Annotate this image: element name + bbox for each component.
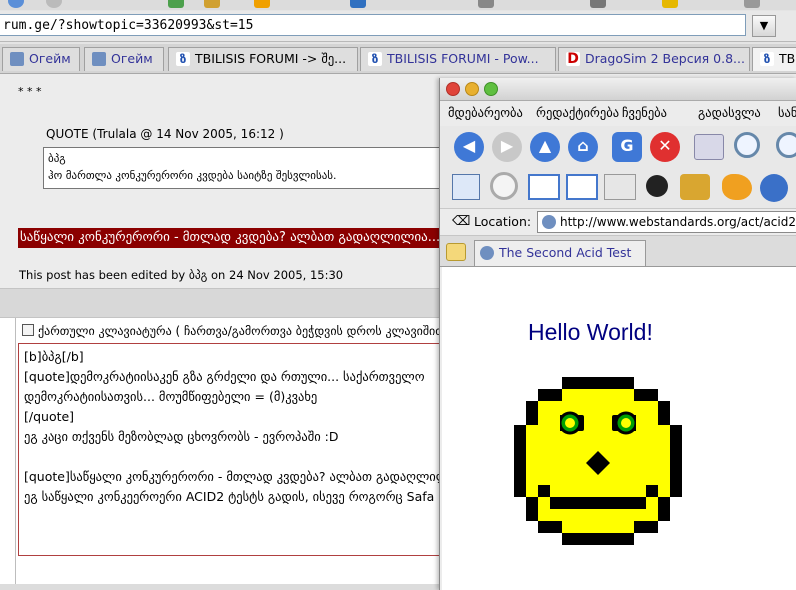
location-url: http://www.webstandards.org/act/acid2/t: [560, 215, 796, 229]
navigation-toolbar: ◀ ▶ ▲ ⌂ G ✕: [440, 126, 796, 168]
menu-icon[interactable]: [744, 0, 760, 8]
tab-ogame-1[interactable]: Огейм: [2, 47, 80, 71]
location-input[interactable]: http://www.webstandards.org/act/acid2/t: [537, 211, 796, 233]
globe-icon: [10, 52, 24, 66]
location-label: Location:: [474, 214, 532, 229]
bookmark-icon[interactable]: [204, 0, 220, 8]
wrench-icon[interactable]: [680, 174, 710, 200]
quote-line: ჰო მართლა კონკურერორი კვდება საიტზე შესვ…: [48, 169, 337, 182]
split-vertical-icon[interactable]: [566, 174, 598, 200]
browser-window: მდებარეობა რედაქტირება ჩვენება გადასვლა …: [439, 78, 796, 590]
keyboard-toggle-label: ქართული კლავიატურა ( ჩართვა/გამორთვა ბეჭ…: [38, 324, 450, 338]
quote-header: QUOTE (Trulala @ 14 Nov 2005, 16:12 ): [46, 127, 284, 141]
print-icon[interactable]: [694, 134, 724, 160]
acid2-smiley-face: [514, 377, 682, 545]
text-line: ეგ საწყალი კონკეეროერი ACID2 ტესტს გადის…: [24, 489, 435, 504]
globe-icon: [92, 52, 106, 66]
text-line: [quote]დემოკრატიისაკენ გზა გრძელი და რთუ…: [24, 369, 425, 384]
menu-view[interactable]: ჩვენება: [622, 105, 667, 120]
minimize-window-icon[interactable]: [465, 82, 479, 96]
d-logo-icon: D: [566, 51, 580, 67]
text-line: [b]ბპგ[/b]: [24, 349, 84, 364]
find-icon[interactable]: [734, 132, 760, 158]
menu-edit[interactable]: რედაქტირება: [536, 105, 619, 120]
tool-icon[interactable]: [478, 0, 494, 8]
tab-label: TBILISIS FORUMI - Pow...: [387, 51, 539, 66]
tab-label: DragoSim 2 Версия 0.8...: [585, 51, 745, 66]
tab-acid-test[interactable]: The Second Acid Test: [474, 240, 646, 266]
highlighted-text: საწყალი კონკურერორი - მთლად კვდება? ალბა…: [18, 228, 460, 248]
blank-window-icon[interactable]: [604, 174, 636, 200]
url-input[interactable]: rum.ge/?showtopic=33620993&st=15: [0, 14, 746, 36]
tab-strip: The Second Acid Test: [440, 236, 796, 267]
split-horizontal-icon[interactable]: [528, 174, 560, 200]
window-layout-icon[interactable]: [452, 174, 480, 200]
tab-label: Огейм: [29, 51, 71, 66]
tab-tbilisis-forumi-3[interactable]: ზ TB: [752, 47, 796, 71]
keyboard-toggle[interactable]: ქართული კლავიატურა ( ჩართვა/გამორთვა ბეჭ…: [20, 322, 450, 342]
text-line: დემოკრატიისათვის... მოუმწიფებელი = (მ)კვ…: [24, 389, 318, 404]
location-bar: ⌫ Location: http://www.webstandards.org/…: [440, 209, 796, 236]
url-dropdown-button[interactable]: ▼: [752, 15, 776, 37]
quote-line: ბპგ: [48, 152, 66, 165]
tab-ogame-2[interactable]: Огейм: [84, 47, 164, 71]
menu-go[interactable]: გადასვლა: [698, 105, 761, 120]
text-line: [24, 447, 442, 467]
tab-label: The Second Acid Test: [499, 245, 632, 260]
title-bar[interactable]: [440, 78, 796, 101]
fish-icon[interactable]: [722, 174, 752, 200]
stop-icon[interactable]: ✕: [650, 132, 680, 162]
menu-bar: მდებარეობა რედაქტირება ჩვენება გადასვლა …: [440, 101, 796, 125]
close-window-icon[interactable]: [446, 82, 460, 96]
reload-icon[interactable]: G: [612, 132, 642, 162]
zoom-window-icon[interactable]: [484, 82, 498, 96]
forum-icon: ზ: [176, 52, 190, 66]
reply-textarea[interactable]: [b]ბპგ[/b] [quote]დემოკრატიისაკენ გზა გრ…: [18, 343, 448, 556]
forward-icon[interactable]: [46, 0, 62, 8]
window-icon[interactable]: [590, 0, 606, 8]
down-arrow-icon: ▼: [759, 19, 769, 32]
zoom-icon[interactable]: [776, 132, 796, 158]
tools-toolbar: [440, 168, 796, 209]
globe-icon[interactable]: [760, 174, 788, 202]
forum-icon: ზ: [368, 52, 382, 66]
tab-tbilisis-forumi-2[interactable]: ზ TBILISIS FORUMI - Pow...: [360, 47, 556, 71]
keyboard-checkbox[interactable]: [22, 324, 34, 336]
page-heading: Hello World!: [528, 319, 653, 345]
forward-icon[interactable]: ▶: [492, 132, 522, 162]
address-bar: rum.ge/?showtopic=33620993&st=15 ▼: [0, 11, 796, 42]
tab-bar: Огейм Огейм ზ TBILISIS FORUMI -> შე... ზ…: [0, 44, 796, 74]
settings-icon[interactable]: [350, 0, 366, 8]
search-icon[interactable]: [490, 172, 518, 200]
back-icon[interactable]: [8, 0, 24, 8]
back-icon[interactable]: ◀: [454, 132, 484, 162]
page-content: Hello World!: [442, 267, 796, 590]
text-line: [/quote]: [24, 409, 75, 424]
tab-label: Огейм: [111, 51, 153, 66]
menu-more[interactable]: სან: [778, 105, 796, 120]
bomb-icon[interactable]: [646, 175, 668, 197]
toolbar-strip: [0, 0, 796, 10]
edited-note: This post has been edited by ბპგ on 24 N…: [19, 268, 344, 282]
new-tab-icon[interactable]: [446, 243, 466, 261]
new-icon[interactable]: [168, 0, 184, 8]
globe-icon: [542, 215, 556, 229]
tab-dragosim[interactable]: D DragoSim 2 Версия 0.8...: [558, 47, 750, 71]
home-icon[interactable]: ⌂: [568, 132, 598, 162]
up-icon[interactable]: ▲: [530, 132, 560, 162]
tab-tbilisis-forumi-1[interactable]: ზ TBILISIS FORUMI -> შე...: [168, 47, 358, 71]
globe-icon: [480, 246, 494, 260]
folder-icon[interactable]: [254, 0, 270, 8]
tab-label: TB: [779, 51, 796, 66]
divider: [15, 288, 16, 590]
key-icon[interactable]: [662, 0, 678, 8]
forum-icon: ზ: [760, 52, 774, 66]
menu-location[interactable]: მდებარეობა: [448, 105, 523, 120]
tab-label: TBILISIS FORUMI -> შე...: [195, 51, 347, 66]
quote-box: ბპგ ჰო მართლა კონკურერორი კვდება საიტზე …: [43, 147, 463, 189]
post-stars: * * *: [18, 85, 42, 98]
location-clear-icon[interactable]: ⌫: [452, 214, 470, 229]
text-line: ეგ კაცი თქვენს მეზობლად ცხოვრობს - ევროპ…: [24, 429, 339, 444]
text-line: [quote]საწყალი კონკურერორი - მთლად კვდებ…: [24, 469, 448, 484]
